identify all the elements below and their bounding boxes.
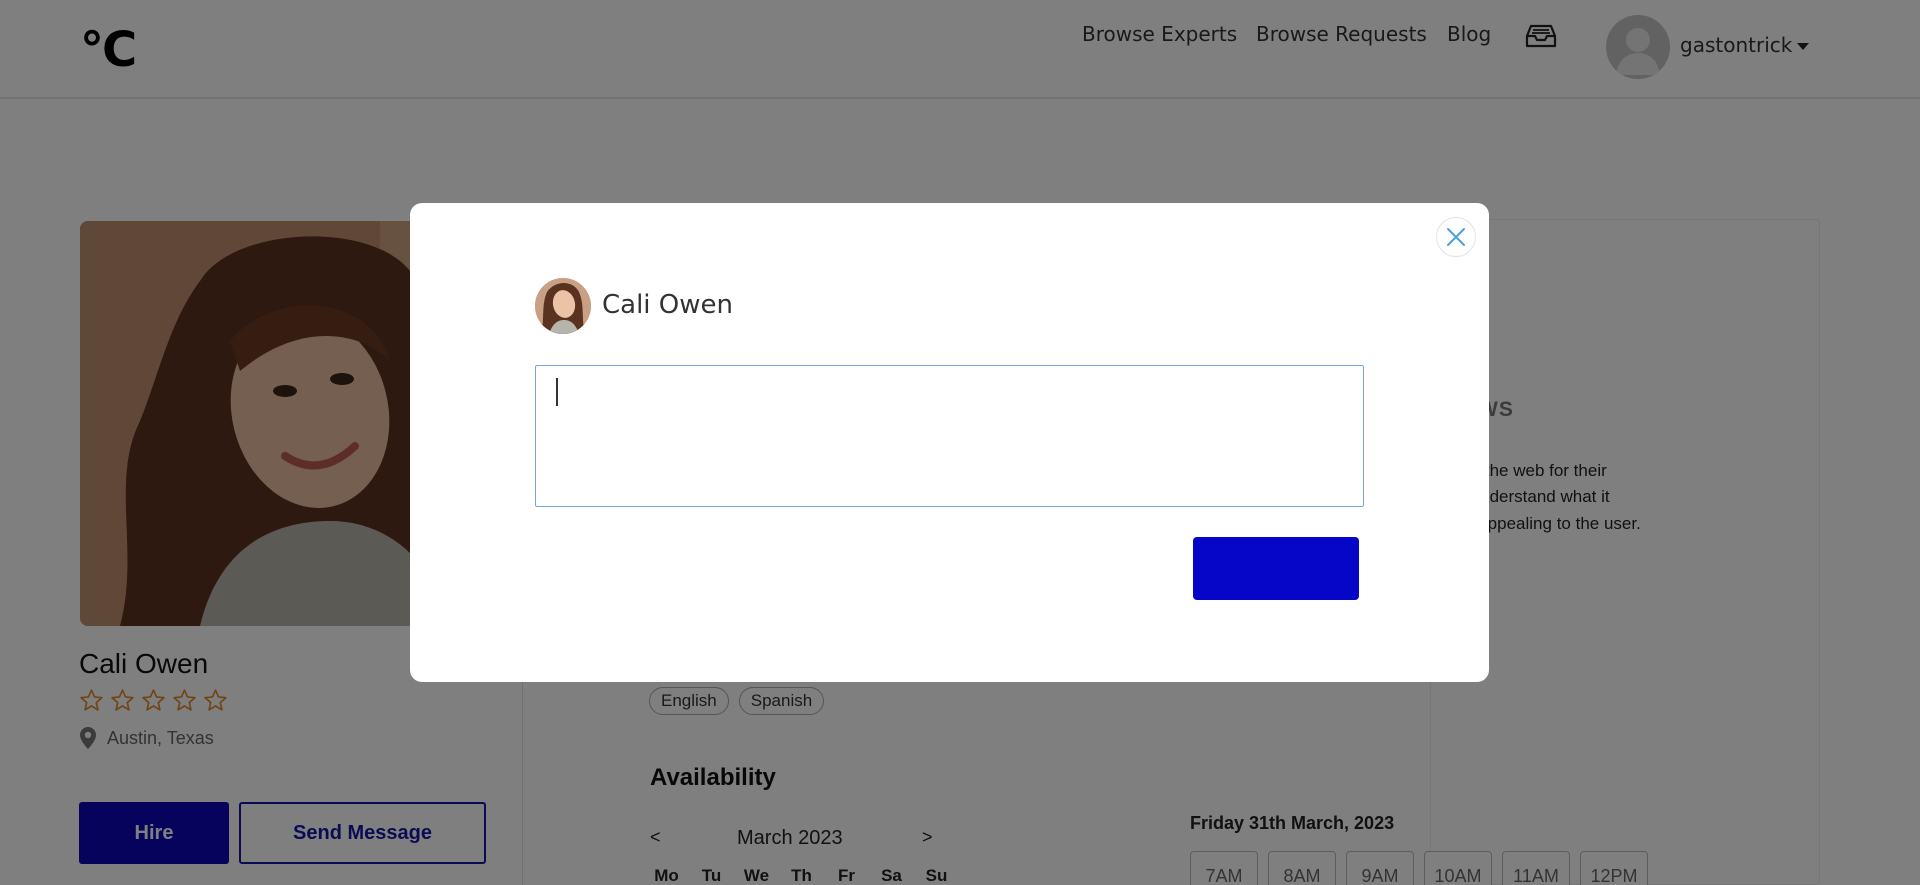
send-message-submit-button[interactable]: [1193, 537, 1359, 600]
recipient-name: Cali Owen: [602, 290, 734, 320]
recipient-avatar: [535, 278, 591, 334]
text-cursor: [556, 378, 558, 406]
close-icon[interactable]: [1436, 217, 1476, 257]
message-textarea[interactable]: [535, 365, 1364, 507]
